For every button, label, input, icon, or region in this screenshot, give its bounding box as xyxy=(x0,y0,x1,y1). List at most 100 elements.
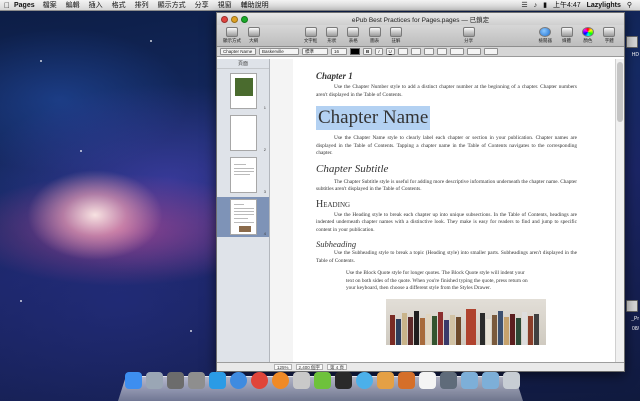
launchpad-icon[interactable] xyxy=(146,372,163,389)
chapter-name-selected[interactable]: Chapter Name xyxy=(316,106,431,130)
firefox-icon[interactable] xyxy=(272,372,289,389)
close-button[interactable] xyxy=(221,15,228,23)
columns-menu[interactable] xyxy=(466,48,481,55)
format-bar: Chapter Name Baskerville 標準 16 B I U xyxy=(217,47,624,57)
paragraph-style-menu[interactable]: Chapter Name xyxy=(220,48,256,55)
scrollbar-thumb[interactable] xyxy=(617,62,623,122)
menu-insert[interactable]: 插入 xyxy=(89,0,103,10)
page-thumbnail-2[interactable]: 2 xyxy=(217,113,269,153)
menu-edit[interactable]: 編輯 xyxy=(66,0,80,10)
battery-icon[interactable]: ▮ xyxy=(543,1,547,9)
app-store-icon[interactable] xyxy=(209,372,226,389)
line-spacing-menu[interactable] xyxy=(449,48,464,55)
table-button[interactable]: 表格 xyxy=(345,27,362,44)
document-body[interactable]: Chapter 1 Use the Chapter Number style t… xyxy=(293,59,615,345)
document-page[interactable]: Chapter 1 Use the Chapter Number style t… xyxy=(293,59,615,362)
pages-window: ePub Best Practices for Pages.pages — 已鎖… xyxy=(216,12,625,372)
align-left-button[interactable] xyxy=(397,48,408,55)
utorrent-icon[interactable] xyxy=(314,372,331,389)
paragraph[interactable]: Use the Chapter Name style to clearly la… xyxy=(316,135,577,158)
spotlight-icon[interactable]: ⚲ xyxy=(627,1,632,9)
page-thumbnail-3[interactable]: 3 xyxy=(217,155,269,195)
align-right-button[interactable] xyxy=(423,48,434,55)
chrome-icon[interactable] xyxy=(251,372,268,389)
pages-icon[interactable] xyxy=(398,372,415,389)
system-prefs-icon[interactable] xyxy=(188,372,205,389)
shape-icon xyxy=(325,27,338,37)
wifi-icon[interactable]: ☰ xyxy=(521,1,527,9)
file-icon[interactable] xyxy=(626,300,638,312)
italic-button[interactable]: I xyxy=(375,48,383,55)
dock-icons xyxy=(125,372,520,389)
page-preview xyxy=(229,157,257,193)
chapter-subtitle[interactable]: Chapter Subtitle xyxy=(316,163,577,175)
subheading[interactable]: Subheading xyxy=(316,239,577,249)
minimize-button[interactable] xyxy=(231,15,238,23)
preview-icon[interactable] xyxy=(377,372,394,389)
bookshelf-image[interactable] xyxy=(386,298,546,345)
share-button[interactable]: 分享 xyxy=(460,27,477,44)
underline-button[interactable]: U xyxy=(385,48,395,55)
paragraph[interactable]: Use the Heading style to break each chap… xyxy=(316,212,577,235)
status-bar: 125% 2,400 個字 第 4 頁 xyxy=(217,362,624,371)
desktop-label: _Pr xyxy=(631,316,639,322)
itunes-icon[interactable] xyxy=(356,372,373,389)
app-menu[interactable]: Pages xyxy=(14,2,35,9)
paragraph[interactable]: Use the Chapter Number style to add a di… xyxy=(316,84,577,99)
terminal-icon[interactable] xyxy=(335,372,352,389)
colors-button[interactable]: 顏色 xyxy=(579,27,596,44)
volume-icon[interactable]: ♪ xyxy=(534,2,538,9)
page-thumbnail-1[interactable]: 1 xyxy=(217,71,269,111)
screenshot-icon[interactable] xyxy=(440,372,457,389)
page-thumbnail-4[interactable]: 4 xyxy=(217,197,269,237)
mission-control-icon[interactable] xyxy=(167,372,184,389)
view-button[interactable]: 顯示方式 xyxy=(223,27,241,44)
title-bar[interactable]: ePub Best Practices for Pages.pages — 已鎖… xyxy=(217,13,624,25)
chapter-number[interactable]: Chapter 1 xyxy=(316,71,577,81)
menu-view[interactable]: 顯示方式 xyxy=(158,0,186,10)
photo-icon[interactable] xyxy=(293,372,310,389)
inspector-button[interactable]: 檢閱器 xyxy=(537,27,554,44)
shape-button[interactable]: 形狀 xyxy=(323,27,340,44)
star xyxy=(20,300,22,302)
page-margin xyxy=(270,59,293,362)
safari-icon[interactable] xyxy=(230,372,247,389)
zoom-menu[interactable]: 125% xyxy=(274,364,292,370)
downloads-icon[interactable] xyxy=(482,372,499,389)
justify-button[interactable] xyxy=(436,48,447,55)
zoom-button[interactable] xyxy=(241,15,248,23)
align-center-button[interactable] xyxy=(410,48,421,55)
paragraph[interactable]: The Chapter Subtitle style is useful for… xyxy=(316,179,577,194)
menu-format[interactable]: 格式 xyxy=(112,0,126,10)
vertical-scrollbar[interactable] xyxy=(615,59,624,362)
trash-icon[interactable] xyxy=(503,372,520,389)
menu-share[interactable]: 分享 xyxy=(195,0,209,10)
block-quote[interactable]: Use the Block Quote style for longer quo… xyxy=(346,270,531,293)
clock[interactable]: 上午4:47 xyxy=(553,0,581,10)
font-family-menu[interactable]: Baskerville xyxy=(259,48,299,55)
textbox-button[interactable]: 文字框 xyxy=(302,27,319,44)
font-weight-menu[interactable]: 標準 xyxy=(302,48,328,55)
chart-button[interactable]: 圖表 xyxy=(366,27,383,44)
comment-button[interactable]: 註解 xyxy=(387,27,404,44)
media-button[interactable]: 媒體 xyxy=(558,27,575,44)
font-size-field[interactable]: 16 xyxy=(331,48,347,55)
user-menu[interactable]: Lazylights xyxy=(587,2,621,9)
menu-file[interactable]: 檔案 xyxy=(43,0,57,10)
hard-drive-icon[interactable] xyxy=(626,36,638,48)
outline-button[interactable]: 大綱 xyxy=(245,27,262,44)
menu-window[interactable]: 視窗 xyxy=(218,0,232,10)
calendar-icon[interactable] xyxy=(419,372,436,389)
color-wheel-icon xyxy=(581,27,594,37)
text-color-swatch[interactable] xyxy=(350,48,360,55)
menu-help[interactable]: 輔助說明 xyxy=(241,0,269,10)
fonts-button[interactable]: 字體 xyxy=(601,27,618,44)
apple-menu-icon[interactable]:  xyxy=(0,1,14,10)
list-menu[interactable] xyxy=(483,48,498,55)
heading[interactable]: Heading xyxy=(316,199,577,210)
bold-button[interactable]: B xyxy=(363,48,373,55)
paragraph[interactable]: Use the Subheading style to break a topi… xyxy=(316,250,577,265)
finder-icon[interactable] xyxy=(125,372,142,389)
folder-icon[interactable] xyxy=(461,372,478,389)
menu-arrange[interactable]: 排列 xyxy=(135,0,149,10)
